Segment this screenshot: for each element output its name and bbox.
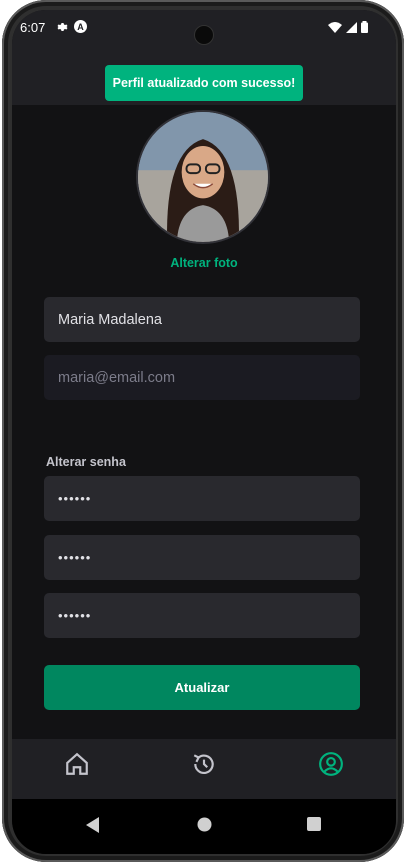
name-field[interactable]: Maria Madalena [44, 297, 360, 342]
avatar-photo [138, 112, 268, 242]
system-nav-bar [12, 799, 396, 854]
battery-icon [361, 21, 368, 33]
signal-icon [346, 21, 357, 33]
tab-profile[interactable] [316, 749, 346, 779]
home-nav-icon[interactable] [197, 817, 212, 832]
user-icon [319, 752, 343, 776]
front-camera [194, 25, 214, 45]
success-toast: Perfil atualizado com sucesso! [105, 65, 303, 101]
email-field: maria@email.com [44, 355, 360, 400]
app-badge-icon: A [74, 20, 87, 33]
history-icon [193, 754, 214, 775]
avatar[interactable] [136, 110, 270, 244]
device-frame: 6:07 A Perfil atualizado com sucesso! Al… [2, 0, 404, 862]
status-time: 6:07 [20, 20, 46, 35]
update-button[interactable]: Atualizar [44, 665, 360, 710]
recents-icon[interactable] [307, 817, 321, 831]
home-icon [66, 752, 88, 775]
status-left-icons: A [56, 20, 87, 33]
change-photo-link[interactable]: Alterar foto [12, 256, 396, 270]
settings-icon [57, 22, 68, 31]
tab-history[interactable] [189, 749, 219, 779]
tab-bar [12, 739, 396, 799]
confirm-password-field[interactable]: •••••• [44, 593, 360, 638]
old-password-field[interactable]: •••••• [44, 476, 360, 521]
tab-home[interactable] [62, 749, 92, 779]
header: 6:07 A Perfil atualizado com sucesso! [12, 10, 396, 105]
screen: 6:07 A Perfil atualizado com sucesso! Al… [12, 10, 396, 854]
back-icon[interactable] [86, 817, 100, 833]
password-section-label: Alterar senha [46, 455, 126, 469]
wifi-icon [328, 21, 342, 33]
new-password-field[interactable]: •••••• [44, 535, 360, 580]
status-right-icons [328, 21, 368, 33]
